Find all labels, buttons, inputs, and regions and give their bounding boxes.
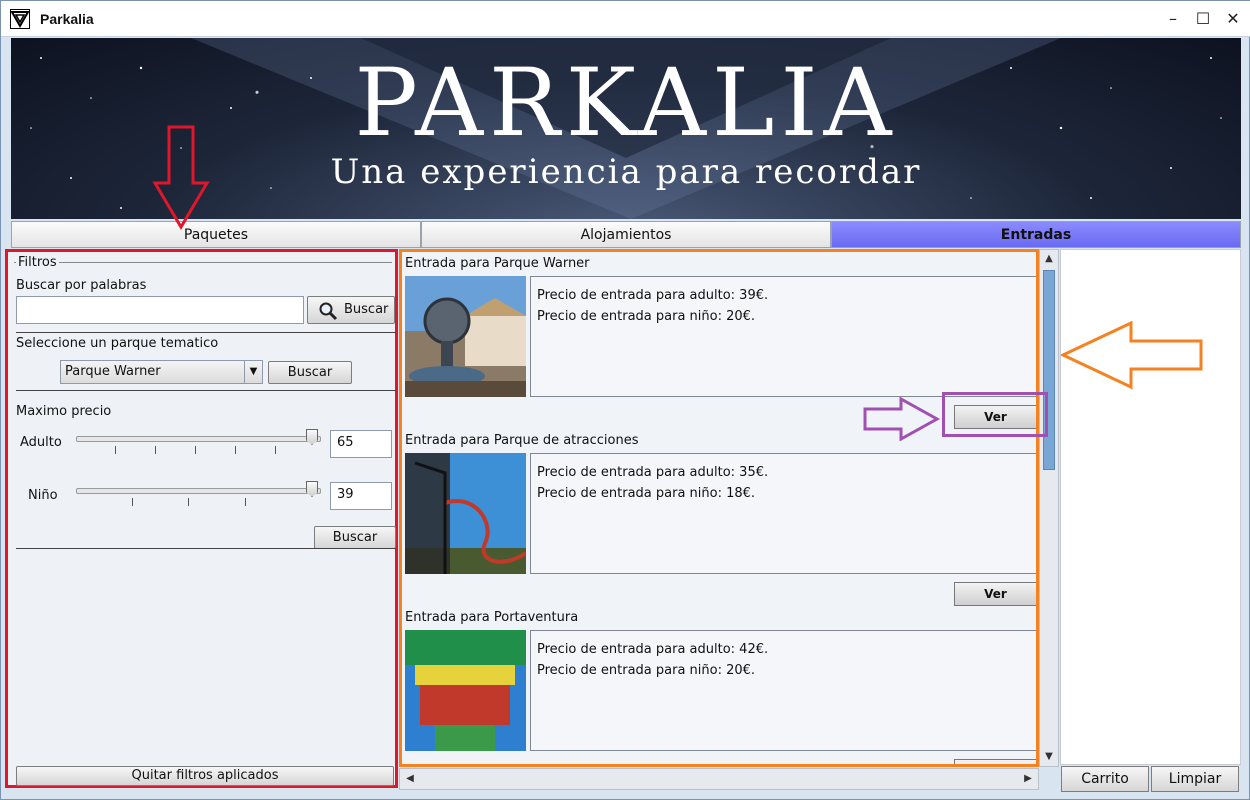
park-label: Seleccione un parque tematico	[16, 336, 219, 351]
clear-filters-button[interactable]: Quitar filtros aplicados	[16, 766, 394, 786]
scroll-right-icon[interactable]: ▶	[1019, 770, 1037, 788]
red-arrow-annotation	[152, 125, 210, 230]
filters-legend: Filtros	[16, 255, 59, 270]
child-price-text: Precio de entrada para niño: 18€.	[537, 486, 756, 501]
adult-price-text: Precio de entrada para adulto: 42€.	[537, 642, 769, 657]
maximize-button[interactable]: ☐	[1191, 7, 1215, 31]
adult-price-input[interactable]: 65	[330, 430, 392, 458]
window-title: Parkalia	[40, 11, 94, 27]
ticket-title: Entrada para Parque Warner	[405, 256, 590, 271]
adult-label: Adulto	[20, 435, 62, 450]
ticket-title: Entrada para Parque de atracciones	[405, 433, 639, 448]
slider-tick	[245, 498, 246, 506]
scroll-down-icon[interactable]: ▼	[1040, 748, 1058, 766]
minimize-button[interactable]: –	[1161, 7, 1185, 31]
parque-warner-image	[405, 276, 526, 397]
slider-tick	[132, 498, 133, 506]
slider-tick	[275, 446, 276, 454]
tab-alojamientos[interactable]: Alojamientos	[421, 221, 831, 248]
park-select-value: Parque Warner	[65, 364, 161, 379]
slider-tick	[115, 446, 116, 454]
search-input[interactable]	[16, 296, 304, 324]
ticket-description: Precio de entrada para adulto: 39€. Prec…	[530, 276, 1036, 397]
app-logo-icon	[10, 9, 30, 29]
divider	[16, 332, 396, 333]
cart-button[interactable]: Carrito	[1061, 766, 1149, 792]
tickets-list: Entrada para Parque Warner Precio de ent…	[399, 249, 1039, 767]
search-button-label: Buscar	[344, 302, 389, 317]
horizontal-scrollbar[interactable]: ◀ ▶	[399, 768, 1039, 790]
price-search-button[interactable]: Buscar	[314, 526, 396, 549]
adult-slider-thumb[interactable]	[306, 429, 318, 445]
tab-paquetes[interactable]: Paquetes	[11, 221, 421, 248]
park-search-button[interactable]: Buscar	[268, 361, 352, 384]
adult-price-slider[interactable]	[76, 436, 321, 442]
purple-arrow-annotation	[863, 397, 941, 441]
ticket-title: Entrada para Portaventura	[405, 610, 579, 625]
title-bar: Parkalia – ☐ ✕	[1, 1, 1250, 37]
ticket-description: Precio de entrada para adulto: 35€. Prec…	[530, 453, 1036, 574]
adult-price-text: Precio de entrada para adulto: 35€.	[537, 465, 769, 480]
scroll-left-icon[interactable]: ◀	[401, 770, 419, 788]
search-button[interactable]: Buscar	[307, 296, 395, 324]
magnifier-icon	[319, 302, 338, 321]
divider	[16, 390, 396, 391]
app-window: Parkalia – ☐ ✕ PARKALIA Una experiencia …	[0, 0, 1250, 800]
ticket-description: Precio de entrada para adulto: 42€. Prec…	[530, 630, 1036, 751]
ver-button[interactable]: Ver	[954, 582, 1036, 606]
slider-tick	[155, 446, 156, 454]
scrollbar-thumb[interactable]	[1043, 270, 1055, 470]
ver-button-highlight	[942, 392, 1048, 437]
vertical-scrollbar[interactable]: ▲ ▼	[1039, 249, 1059, 767]
price-label: Maximo precio	[16, 404, 112, 419]
park-select[interactable]: Parque Warner ▼	[60, 360, 263, 384]
filters-frame-line	[14, 262, 392, 263]
parque-atracciones-image	[405, 453, 526, 574]
ver-button[interactable]: Ver	[954, 759, 1036, 764]
clear-cart-button[interactable]: Limpiar	[1151, 766, 1239, 792]
child-price-input[interactable]: 39	[330, 482, 392, 510]
child-price-text: Precio de entrada para niño: 20€.	[537, 663, 756, 678]
child-price-slider[interactable]	[76, 488, 321, 494]
scroll-up-icon[interactable]: ▲	[1040, 250, 1058, 268]
divider	[16, 548, 396, 549]
filters-panel: Filtros Buscar por palabras Buscar Selec…	[5, 249, 398, 788]
child-label: Niño	[28, 488, 58, 503]
slider-tick	[188, 498, 189, 506]
chevron-down-icon[interactable]: ▼	[244, 361, 262, 383]
orange-arrow-annotation	[1061, 321, 1203, 390]
slider-tick	[235, 446, 236, 454]
slider-tick	[195, 446, 196, 454]
close-button[interactable]: ✕	[1221, 7, 1245, 31]
child-slider-thumb[interactable]	[306, 481, 318, 497]
adult-price-text: Precio de entrada para adulto: 39€.	[537, 288, 769, 303]
child-price-text: Precio de entrada para niño: 20€.	[537, 309, 756, 324]
search-label: Buscar por palabras	[16, 278, 147, 293]
portaventura-image	[405, 630, 526, 751]
tab-entradas[interactable]: Entradas	[831, 221, 1241, 248]
